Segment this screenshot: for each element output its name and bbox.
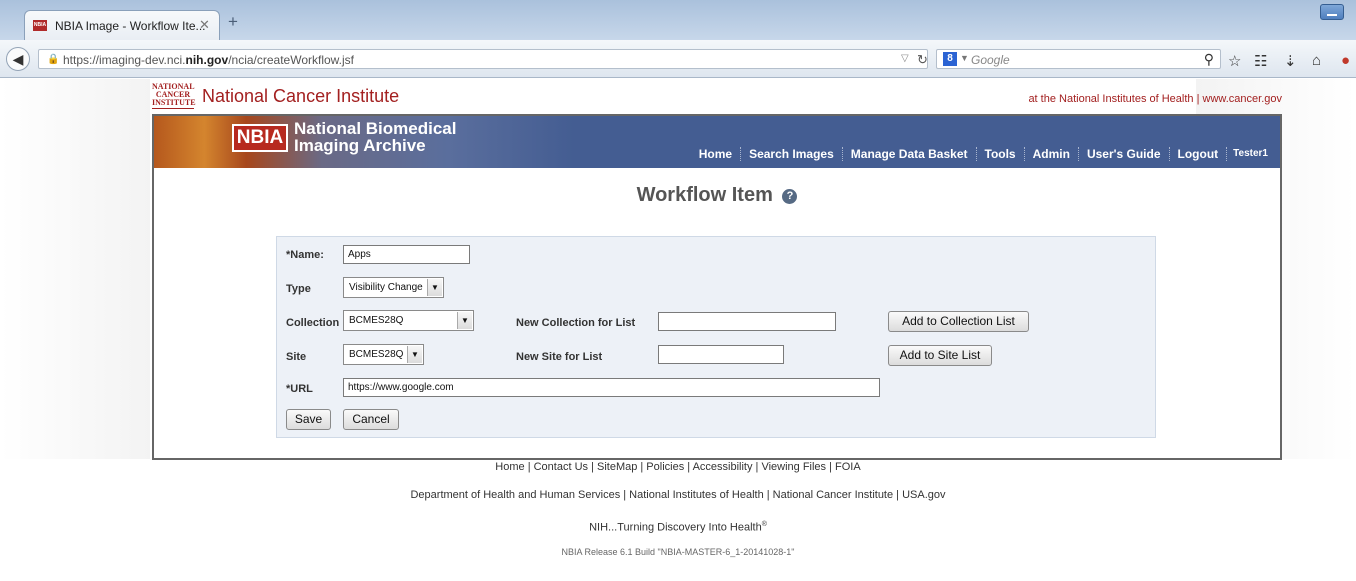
name-field[interactable] [343, 245, 470, 264]
slogan-text: NIH...Turning Discovery Into Health [589, 521, 762, 534]
nav-logout[interactable]: Logout [1168, 147, 1227, 161]
tab-title: NBIA Image - Workflow Ite... [55, 19, 206, 33]
type-select-value: Visibility Change [349, 282, 423, 293]
cancel-button[interactable]: Cancel [343, 409, 399, 430]
add-to-collection-list-button[interactable]: Add to Collection List [888, 311, 1029, 332]
nbia-title: National Biomedical Imaging Archive [294, 120, 456, 154]
nbia-banner: NBIA National Biomedical Imaging Archive… [154, 116, 1280, 168]
collection-label: Collection [286, 317, 340, 329]
back-arrow-icon[interactable]: ◀ [6, 47, 30, 71]
page-title-text: Workflow Item [636, 184, 773, 206]
save-button[interactable]: Save [286, 409, 331, 430]
url-label: *URL [286, 383, 313, 395]
downloads-icon[interactable]: ⇣ [1284, 52, 1297, 70]
nbia-logo[interactable]: NBIA [232, 124, 288, 152]
chevron-down-icon[interactable]: ▼ [457, 312, 472, 329]
type-select[interactable]: Visibility Change ▼ [343, 277, 444, 298]
chevron-down-icon[interactable]: ▼ [427, 279, 442, 296]
search-placeholder: Google [971, 53, 1010, 67]
footer-gov-links[interactable]: Department of Health and Human Services … [0, 489, 1356, 501]
nav-manage-data-basket[interactable]: Manage Data Basket [841, 147, 976, 161]
new-collection-field[interactable] [658, 312, 836, 331]
footer-links[interactable]: Home | Contact Us | SiteMap | Policies |… [0, 461, 1356, 473]
url-text: https://imaging-dev.nci.nih.gov/ncia/cre… [63, 53, 355, 67]
nci-logo[interactable]: NATIONAL CANCER INSTITUTE [152, 83, 196, 109]
nci-name-link[interactable]: National Cancer Institute [202, 86, 399, 107]
new-site-label: New Site for List [516, 351, 603, 363]
add-to-site-list-button[interactable]: Add to Site List [888, 345, 992, 366]
addon-icon[interactable]: ● [1341, 52, 1350, 69]
type-label: Type [286, 283, 311, 295]
left-gutter [0, 79, 150, 459]
workflow-form: *Name: Type Visibility Change ▼ Collecti… [276, 236, 1156, 438]
close-tab-icon[interactable]: ✕ [199, 17, 210, 33]
browser-titlebar: NBIA NBIA Image - Workflow Ite... ✕ + [0, 0, 1356, 40]
nbia-title-line2: Imaging Archive [294, 136, 426, 155]
search-engine-icon[interactable]: 8 [943, 52, 957, 66]
footer-slogan: NIH...Turning Discovery Into Health® [0, 521, 1356, 534]
nci-header: NATIONAL CANCER INSTITUTE National Cance… [152, 83, 1282, 113]
bookmarks-list-icon[interactable]: ☷ [1254, 52, 1267, 70]
collection-select-value: BCMES28Q [349, 315, 404, 326]
collection-select[interactable]: BCMES28Q ▼ [343, 310, 474, 331]
main-nav: Home Search Images Manage Data Basket To… [691, 147, 1274, 161]
search-engine-dropdown-icon[interactable]: ▼ [960, 53, 969, 63]
site-select[interactable]: BCMES28Q ▼ [343, 344, 424, 365]
url-dropdown-icon[interactable]: ▽ [901, 53, 909, 64]
name-label: *Name: [286, 249, 324, 261]
main-content-box: NBIA National Biomedical Imaging Archive… [152, 114, 1282, 460]
reload-icon[interactable]: ↻ [917, 52, 928, 68]
new-tab-icon[interactable]: + [228, 12, 238, 32]
release-info: NBIA Release 6.1 Build "NBIA-MASTER-6_1-… [561, 547, 795, 557]
chevron-down-icon[interactable]: ▼ [407, 346, 422, 363]
new-site-field[interactable] [658, 345, 784, 364]
nav-users-guide[interactable]: User's Guide [1077, 147, 1169, 161]
current-user: Tester1 [1226, 147, 1274, 161]
minimize-window-button[interactable] [1320, 4, 1344, 20]
search-magnifier-icon[interactable]: ⚲ [1204, 51, 1214, 68]
nav-admin[interactable]: Admin [1023, 147, 1078, 161]
address-bar[interactable]: 🔒 https://imaging-dev.nci.nih.gov/ncia/c… [38, 49, 928, 69]
nih-tagline-link[interactable]: at the National Institutes of Health | w… [1028, 93, 1282, 105]
site-label: Site [286, 351, 307, 363]
nbia-favicon-icon: NBIA [33, 20, 47, 31]
nbia-title-line1: National Biomedical [294, 119, 457, 138]
browser-navbar: ◀ 🔒 https://imaging-dev.nci.nih.gov/ncia… [0, 40, 1356, 78]
new-collection-label: New Collection for List [516, 317, 636, 329]
search-bar[interactable]: 8 ▼ Google ⚲ [936, 49, 1221, 69]
home-icon[interactable]: ⌂ [1312, 52, 1321, 69]
nav-tools[interactable]: Tools [975, 147, 1024, 161]
help-icon[interactable]: ? [782, 189, 798, 204]
page-title: Workflow Item ? [154, 184, 1280, 207]
nav-home[interactable]: Home [691, 147, 740, 161]
url-field[interactable] [343, 378, 880, 397]
site-select-value: BCMES28Q [349, 349, 404, 360]
nav-search-images[interactable]: Search Images [740, 147, 842, 161]
bookmark-star-icon[interactable]: ☆ [1228, 52, 1241, 70]
registered-mark: ® [761, 521, 767, 528]
lock-icon: 🔒 [47, 54, 60, 65]
browser-tab[interactable]: NBIA NBIA Image - Workflow Ite... ✕ [24, 10, 220, 40]
